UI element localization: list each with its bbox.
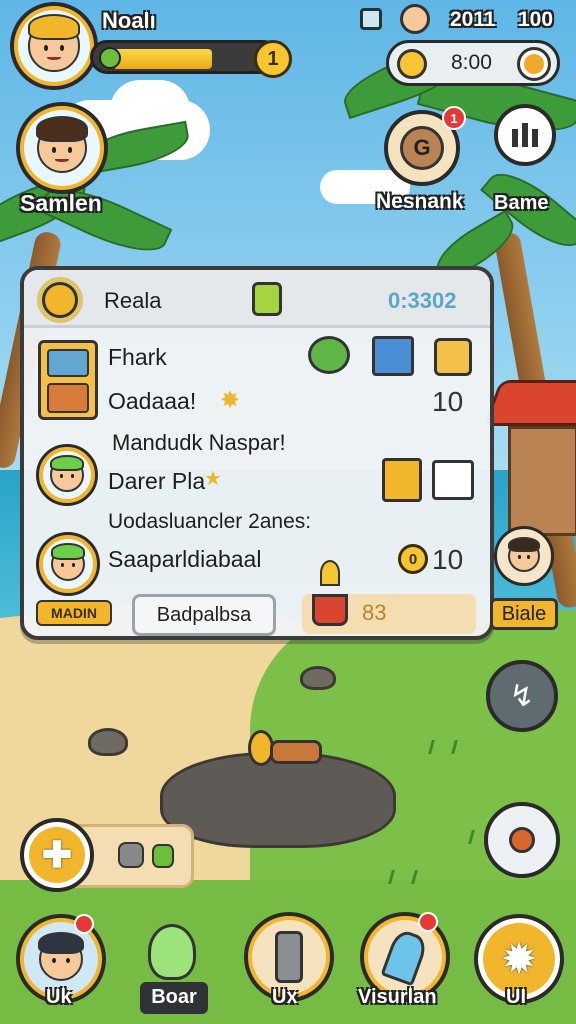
timer-pill[interactable]: 8:00 <box>386 40 560 86</box>
cog-icon: ✹ <box>500 934 538 984</box>
potion-bottle-icon <box>148 924 196 980</box>
nav-visurlan-label: Visurlan <box>358 986 437 1008</box>
game-label: Bame <box>494 192 549 214</box>
compass-icon <box>400 4 430 34</box>
xp-bar-fill <box>113 49 212 69</box>
player-avatar[interactable] <box>10 2 98 90</box>
mail-icon <box>432 460 474 500</box>
fruit-icon <box>308 336 350 374</box>
settings-square-icon[interactable] <box>360 8 382 30</box>
crystal-icon <box>380 927 430 987</box>
row2-heading: Mandudk Naspar! <box>112 430 286 455</box>
player-level: 1 <box>267 47 279 70</box>
shop-icon <box>382 458 422 502</box>
sun-emblem-icon <box>42 282 78 318</box>
leaf-coin-icon <box>434 338 472 376</box>
player-level-badge: 1 <box>254 40 292 78</box>
potted-plant-icon <box>310 560 350 630</box>
panel-counter: 0:3302 <box>388 288 457 313</box>
rock <box>300 666 336 690</box>
add-button[interactable]: ✚ <box>20 818 94 892</box>
stone-icon <box>118 842 144 868</box>
nav-uk-badge <box>74 914 94 934</box>
row2-title: Darer Pla <box>108 468 206 494</box>
game-button[interactable] <box>494 104 556 166</box>
npc-avatar-biale[interactable] <box>494 526 554 586</box>
news-badge: 1 <box>442 106 466 130</box>
tool-button[interactable] <box>484 802 560 878</box>
leaf-icon <box>152 844 174 868</box>
g-coin-icon: G <box>400 126 444 170</box>
grass-tuft <box>428 740 458 754</box>
row3-tag: MADIN <box>36 600 112 626</box>
nav-boar-label: Boar <box>140 982 208 1014</box>
plus-icon: ✚ <box>41 834 73 875</box>
row3-title: Saaparldiabaal <box>108 546 262 572</box>
clock-icon <box>397 49 427 79</box>
coin-icon: 0 <box>398 544 428 574</box>
player-face <box>27 13 81 72</box>
npc-name-samlen: Samlen <box>20 190 102 216</box>
axe-icon: ↯ <box>509 679 535 713</box>
star-icon: ✸ <box>220 387 241 414</box>
house-card-icon <box>372 336 414 376</box>
row1-subtitle: Oadaaa! <box>108 388 197 414</box>
treasure-item[interactable] <box>248 730 326 770</box>
player-name: Noalı <box>102 8 156 33</box>
guitar-icon <box>509 827 535 853</box>
map-button[interactable]: ↯ <box>486 660 558 732</box>
row3-coin: 0 <box>408 550 418 568</box>
row1-item-icon <box>38 340 98 420</box>
row2-heading2: Uodasluancler 2anes: <box>108 510 312 533</box>
gear-icon[interactable] <box>517 47 551 81</box>
row3-avatar <box>36 532 100 596</box>
row1-title: Fhark <box>108 344 167 370</box>
bars-icon <box>512 123 538 147</box>
panel-title: Reala <box>104 288 162 313</box>
nav-ux-label: Ux <box>272 986 298 1008</box>
leaf-icon <box>99 47 121 69</box>
row1-value: 10 <box>432 386 464 417</box>
star-icon: ★ <box>204 468 222 490</box>
grass-tuft <box>388 870 418 884</box>
nav-visurlan-badge <box>418 912 438 932</box>
nav-uk-label: Uk <box>46 986 72 1008</box>
stat-a: 2011 <box>450 8 496 31</box>
news-label: Nesnank <box>376 190 464 213</box>
npc-name-biale: Biale <box>490 598 558 630</box>
lantern-icon <box>275 931 303 983</box>
rock <box>88 728 128 756</box>
npc-avatar-samlen[interactable] <box>16 102 108 194</box>
row2-avatar <box>36 444 98 506</box>
nav-ui-label: UI <box>506 986 526 1008</box>
panel-action-button[interactable]: Badpalbsa <box>132 594 276 636</box>
timer-text: 8:00 <box>451 51 492 74</box>
stat-b: 100 <box>518 8 554 31</box>
xp-bar <box>90 40 280 74</box>
potion-icon <box>252 282 282 316</box>
hut <box>483 380 576 540</box>
progress-value: 83 <box>362 600 387 625</box>
quest-panel: Reala 0:3302 Fhark Oadaaa! ✸ 10 Mandudk … <box>20 266 494 640</box>
row3-value: 10 <box>432 544 464 575</box>
